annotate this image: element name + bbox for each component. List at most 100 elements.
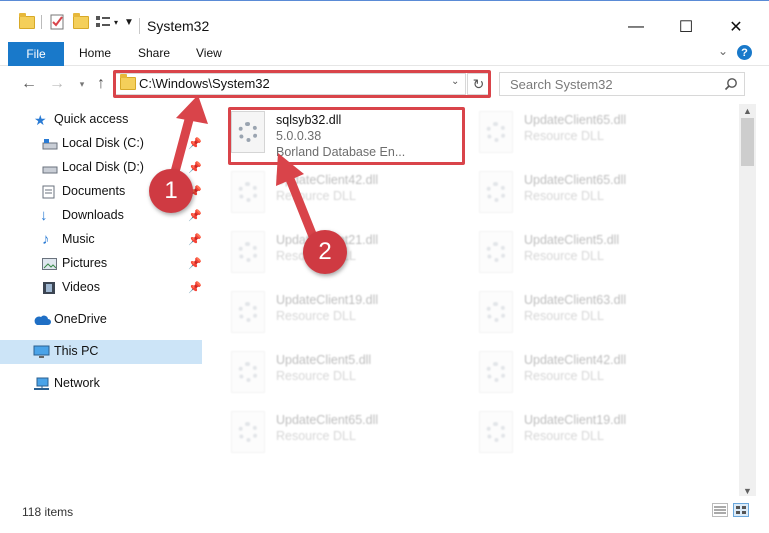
file-highlight-box <box>228 107 465 165</box>
pin-icon[interactable]: 📌 <box>188 137 202 150</box>
details-view-icon[interactable] <box>712 503 728 517</box>
monitor-icon <box>33 345 50 359</box>
dll-file-icon <box>479 111 513 153</box>
pin-icon[interactable]: 📌 <box>188 209 202 222</box>
recent-locations-icon[interactable]: ▾ <box>72 74 92 94</box>
up-arrow-icon[interactable]: ↑ <box>91 74 111 94</box>
pin-icon[interactable]: 📌 <box>188 161 202 174</box>
nav-music[interactable]: ♪ Music 📌 <box>0 228 202 252</box>
tab-home[interactable]: Home <box>79 46 111 60</box>
file-description: Resource DLL <box>276 189 356 203</box>
gear-icon <box>486 362 506 382</box>
file-name: UpdateClient19.dll <box>524 413 627 427</box>
gear-icon <box>486 122 506 142</box>
gear-icon <box>238 242 258 262</box>
nav-label: Videos <box>62 280 100 294</box>
nav-label: Downloads <box>62 208 124 222</box>
properties-icon[interactable] <box>48 13 66 31</box>
nav-label: Local Disk (D:) <box>62 160 144 174</box>
file-description: Resource DLL <box>524 129 604 143</box>
tab-file[interactable]: File <box>8 42 64 66</box>
gear-icon <box>238 362 258 382</box>
customize-toolbar-icon[interactable] <box>94 13 112 31</box>
file-tile[interactable]: UpdateClient5.dll Resource DLL <box>475 225 705 277</box>
maximize-button[interactable]: ☐ <box>666 13 706 41</box>
dll-file-icon <box>231 231 265 273</box>
window-title: System32 <box>147 18 210 34</box>
step-2-badge: 2 <box>303 230 347 274</box>
file-name: UpdateClient19.dll <box>276 293 379 307</box>
search-icon[interactable] <box>724 77 738 91</box>
nav-onedrive[interactable]: OneDrive <box>0 308 202 332</box>
file-name: UpdateClient65.dll <box>524 173 627 187</box>
file-description: Resource DLL <box>524 189 604 203</box>
nav-label: Quick access <box>54 112 129 126</box>
file-tile[interactable]: UpdateClient63.dll Resource DLL <box>475 285 705 337</box>
folder-icon[interactable] <box>18 12 36 31</box>
drive-icon <box>42 162 58 176</box>
file-name: UpdateClient42.dll <box>524 353 627 367</box>
dll-file-icon <box>479 291 513 333</box>
pin-icon[interactable]: 📌 <box>188 281 202 294</box>
nav-videos[interactable]: Videos 📌 <box>0 276 202 300</box>
gear-icon <box>486 302 506 322</box>
file-description: Resource DLL <box>276 429 356 443</box>
nav-label: Pictures <box>62 256 108 270</box>
help-icon[interactable]: ? <box>737 45 752 60</box>
pin-icon[interactable]: 📌 <box>188 233 202 246</box>
star-icon: ★ <box>34 112 47 128</box>
chevron-down-icon[interactable]: ▾ <box>112 13 120 31</box>
gear-icon <box>238 182 258 202</box>
gear-icon <box>486 182 506 202</box>
file-name: UpdateClient63.dll <box>524 293 627 307</box>
scroll-down-icon[interactable]: ▼ <box>739 484 756 498</box>
close-button[interactable]: ✕ <box>716 13 756 41</box>
pin-icon[interactable]: 📌 <box>188 257 202 270</box>
nav-this-pc[interactable]: This PC <box>0 340 202 364</box>
step-1-badge: 1 <box>149 169 193 213</box>
file-description: Resource DLL <box>524 309 604 323</box>
tab-view[interactable]: View <box>196 46 222 60</box>
tab-share[interactable]: Share <box>138 46 170 60</box>
forward-arrow-icon[interactable]: → <box>47 74 67 94</box>
file-tile[interactable]: UpdateClient42.dll Resource DLL <box>227 165 457 217</box>
dll-file-icon <box>479 351 513 393</box>
file-tile[interactable]: UpdateClient65.dll Resource DLL <box>475 165 705 217</box>
file-tile[interactable]: UpdateClient5.dll Resource DLL <box>227 345 457 397</box>
file-tile[interactable]: UpdateClient19.dll Resource DLL <box>227 285 457 337</box>
cloud-icon <box>33 314 51 328</box>
file-tile[interactable]: UpdateClient42.dll Resource DLL <box>475 345 705 397</box>
file-description: Resource DLL <box>524 249 604 263</box>
nav-label: Documents <box>62 184 126 198</box>
download-arrow-icon: ↓ <box>40 207 48 224</box>
minimize-button[interactable]: — <box>616 13 656 41</box>
nav-pictures[interactable]: Pictures 📌 <box>0 252 202 276</box>
file-tile[interactable]: UpdateClient65.dll Resource DLL <box>227 405 457 457</box>
back-arrow-icon[interactable]: ← <box>19 74 39 94</box>
scroll-up-icon[interactable]: ▲ <box>739 104 756 118</box>
file-tile[interactable]: UpdateClient65.dll Resource DLL <box>475 105 705 157</box>
file-description: Resource DLL <box>276 309 356 323</box>
file-name: UpdateClient42.dll <box>276 173 379 187</box>
nav-quick-access[interactable]: ★ Quick access <box>0 108 202 132</box>
new-folder-icon[interactable] <box>72 12 90 31</box>
file-description: Resource DLL <box>524 429 604 443</box>
nav-network[interactable]: Network <box>0 372 202 396</box>
navigation-pane: ★ Quick access Local Disk (C:) 📌 Local D… <box>0 104 206 496</box>
expand-ribbon-icon[interactable]: ⌄ <box>718 44 728 58</box>
dll-file-icon <box>231 351 265 393</box>
file-name: UpdateClient65.dll <box>276 413 379 427</box>
scrollbar-thumb[interactable] <box>741 118 754 166</box>
large-icons-view-icon[interactable] <box>733 503 749 517</box>
title-bar: ▾ ▼ System32 — ☐ ✕ <box>0 0 769 40</box>
music-note-icon: ♪ <box>42 231 50 248</box>
ribbon: File Home Share View ⌄ ? <box>0 40 769 66</box>
dll-file-icon <box>479 231 513 273</box>
network-icon <box>33 377 49 391</box>
dll-file-icon <box>231 171 265 213</box>
file-tile[interactable]: UpdateClient19.dll Resource DLL <box>475 405 705 457</box>
search-input[interactable]: Search System32 <box>510 77 613 92</box>
quick-access-dropdown-icon[interactable]: ▼ <box>122 13 136 31</box>
dll-file-icon <box>231 411 265 453</box>
nav-local-disk-c[interactable]: Local Disk (C:) 📌 <box>0 132 202 156</box>
